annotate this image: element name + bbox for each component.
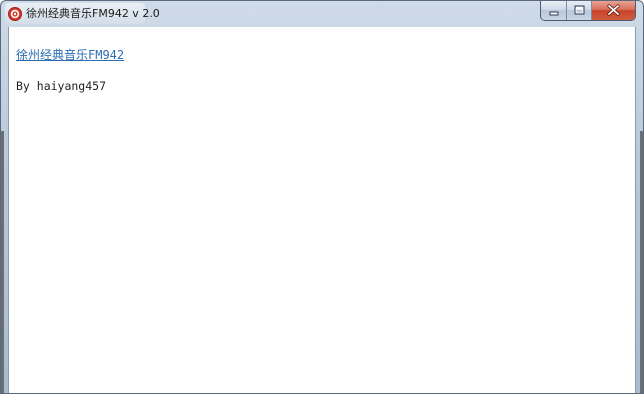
maximize-button[interactable]: [567, 1, 592, 20]
window-title: 徐州经典音乐FM942 v 2.0: [26, 7, 160, 20]
window-frame-left: [1, 131, 4, 393]
maximize-icon: [574, 5, 585, 15]
caption-buttons: [540, 1, 636, 21]
minimize-button[interactable]: [541, 1, 567, 20]
app-icon[interactable]: [8, 7, 22, 21]
close-icon: [607, 4, 620, 16]
window-frame-right: [640, 131, 643, 393]
close-button[interactable]: [592, 1, 635, 20]
author-text: By haiyang457: [16, 79, 107, 93]
app-window: 徐州经典音乐FM942 v 2.0 徐州经典音乐FM942 By haiyang…: [0, 0, 644, 394]
title-bar[interactable]: 徐州经典音乐FM942 v 2.0: [1, 1, 643, 27]
client-area: 徐州经典音乐FM942 By haiyang457: [8, 27, 636, 393]
minimize-icon: [549, 11, 559, 16]
station-link[interactable]: 徐州经典音乐FM942: [16, 47, 124, 63]
